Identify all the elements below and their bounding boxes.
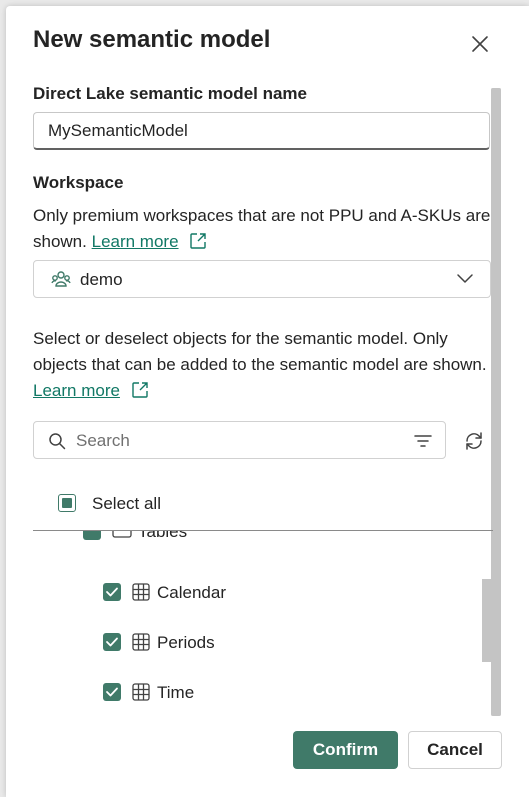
external-link-icon[interactable]	[189, 232, 207, 250]
table-icon	[132, 583, 150, 601]
objects-tree: Tables Calendar Periods Time	[6, 531, 491, 718]
new-semantic-model-dialog: New semantic model Direct Lake semantic …	[6, 6, 529, 797]
tree-scrollbar-thumb[interactable]	[482, 579, 492, 662]
chevron-down-icon	[457, 274, 473, 283]
objects-search-box[interactable]	[33, 421, 446, 459]
close-icon	[472, 36, 488, 52]
select-all-checkbox[interactable]	[58, 494, 76, 512]
model-name-input[interactable]	[33, 112, 490, 150]
table-checkbox[interactable]	[103, 583, 121, 601]
search-icon	[49, 433, 66, 450]
checkmark-icon	[106, 587, 118, 597]
model-name-label: Direct Lake semantic model name	[33, 84, 308, 103]
workspace-label: Workspace	[33, 173, 124, 192]
cancel-button[interactable]: Cancel	[408, 731, 502, 769]
workspace-icon	[51, 271, 71, 287]
table-icon	[132, 683, 150, 701]
table-icon	[132, 633, 150, 651]
workspace-selected-value: demo	[80, 270, 123, 289]
filter-icon[interactable]	[414, 434, 432, 448]
table-checkbox[interactable]	[103, 683, 121, 701]
dialog-title: New semantic model	[33, 26, 271, 53]
refresh-icon[interactable]	[463, 430, 485, 452]
objects-description-text: Select or deselect objects for the seman…	[33, 329, 487, 374]
folder-icon	[112, 531, 132, 538]
select-all-label: Select all	[92, 494, 161, 513]
table-checkbox[interactable]	[103, 633, 121, 651]
workspace-learn-more-link[interactable]: Learn more	[92, 232, 179, 251]
table-name: Calendar	[157, 583, 226, 602]
group-checkbox[interactable]	[83, 531, 101, 540]
objects-description: Select or deselect objects for the seman…	[33, 326, 495, 404]
external-link-icon[interactable]	[131, 381, 149, 399]
table-name: Time	[157, 683, 195, 702]
workspace-description: Only premium workspaces that are not PPU…	[33, 203, 495, 255]
confirm-button[interactable]: Confirm	[293, 731, 398, 769]
close-button[interactable]	[468, 32, 492, 56]
objects-learn-more-link[interactable]: Learn more	[33, 381, 120, 400]
checkmark-icon	[106, 637, 118, 647]
table-name: Periods	[157, 633, 215, 652]
tree-group-label: Tables	[138, 531, 188, 541]
checkmark-icon	[106, 687, 118, 697]
search-input[interactable]	[74, 428, 398, 454]
workspace-dropdown[interactable]: demo	[33, 260, 491, 298]
